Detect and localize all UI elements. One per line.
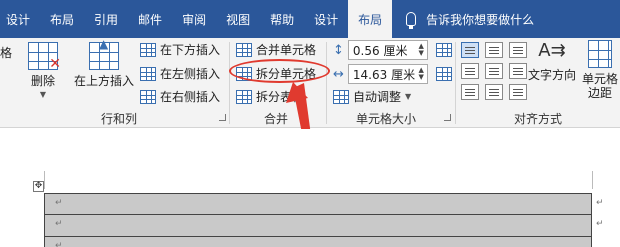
align-top-center-icon[interactable] xyxy=(485,42,503,58)
table-move-handle-icon[interactable]: ✥ xyxy=(33,181,44,192)
table-row[interactable]: ↵ ↵ xyxy=(44,193,604,215)
group-divider xyxy=(326,42,327,124)
cell-end-mark: ↵ xyxy=(55,198,63,208)
tab-help[interactable]: 帮助 xyxy=(260,0,304,38)
group-label-rows-cols: 行和列 xyxy=(101,112,138,126)
column-width-field[interactable]: ↔ 14.63 厘米 ▲ ▼ xyxy=(333,64,452,84)
tab-table-design[interactable]: 设计 xyxy=(304,0,348,38)
table[interactable]: ↵ ↵ ↵ ↵ ↵ xyxy=(44,193,604,247)
row-end-mark: ↵ xyxy=(596,198,604,208)
split-table-icon xyxy=(236,89,252,104)
align-center-icon[interactable] xyxy=(485,63,503,79)
cell-end-mark: ↵ xyxy=(55,241,63,247)
split-table-button[interactable]: 拆分表格 xyxy=(236,88,304,105)
insert-left-button[interactable]: 在左侧插入 xyxy=(140,65,220,82)
column-width-icon: ↔ xyxy=(333,66,344,82)
tab-mailings[interactable]: 邮件 xyxy=(128,0,172,38)
delete-table-icon: ✕ xyxy=(28,42,61,71)
align-bottom-left-icon[interactable] xyxy=(461,84,479,100)
spinner-arrows-icon[interactable]: ▲ ▼ xyxy=(419,43,427,57)
tab-table-layout[interactable]: 布局 xyxy=(348,0,393,38)
insert-below-button[interactable]: 在下方插入 xyxy=(140,41,220,58)
insert-below-icon xyxy=(140,42,156,57)
delete-button[interactable]: ✕ 删除 ▼ xyxy=(28,42,61,102)
row-height-field[interactable]: ↕ 0.56 厘米 ▲ ▼ xyxy=(333,40,452,60)
text-direction-icon: A⇉ xyxy=(538,40,566,61)
tab-design[interactable]: 设计 xyxy=(0,0,40,38)
left-margin-mark xyxy=(44,171,45,189)
lightbulb-icon xyxy=(406,12,417,29)
ribbon: 格 ✕ 删除 ▼ ▲ 在上方插入 在下方插入 在左侧插入 在右侧插入 行和列 合… xyxy=(0,37,620,128)
row-end-mark: ↵ xyxy=(596,219,604,229)
align-bottom-right-icon[interactable] xyxy=(509,84,527,100)
cell-margins-button[interactable]: 单元格边距 xyxy=(582,40,618,100)
highlight-ellipse xyxy=(229,59,330,83)
distribute-columns-icon[interactable] xyxy=(435,67,452,81)
table-row[interactable]: ↵ xyxy=(44,237,592,247)
dialog-launcher-icon[interactable] xyxy=(219,114,226,121)
align-center-left-icon[interactable] xyxy=(461,63,479,79)
align-center-right-icon[interactable] xyxy=(509,63,527,79)
insert-above-button[interactable]: ▲ 在上方插入 xyxy=(74,37,134,88)
autofit-icon xyxy=(333,89,349,104)
ribbon-tab-bar: 设计 布局 引用 邮件 审阅 视图 帮助 设计 布局 告诉我你想要做什么 xyxy=(0,0,620,38)
right-margin-mark xyxy=(592,171,593,189)
align-top-left-icon[interactable] xyxy=(461,42,479,58)
align-top-right-icon[interactable] xyxy=(509,42,527,58)
cell-end-mark: ↵ xyxy=(55,219,63,229)
group-label-alignment: 对齐方式 xyxy=(514,112,563,126)
tab-view[interactable]: 视图 xyxy=(216,0,260,38)
chevron-down-icon: ▼ xyxy=(405,92,412,101)
tell-me-text: 告诉我你想要做什么 xyxy=(426,12,535,27)
merge-cells-icon xyxy=(236,42,252,57)
clipped-button-label[interactable]: 格 xyxy=(0,44,12,61)
align-bottom-center-icon[interactable] xyxy=(485,84,503,100)
chevron-down-icon: ▼ xyxy=(39,90,47,99)
insert-right-button[interactable]: 在右侧插入 xyxy=(140,88,220,105)
insert-above-icon: ▲ xyxy=(89,37,119,70)
cell-margins-icon xyxy=(588,40,612,68)
tab-layout[interactable]: 布局 xyxy=(40,0,84,38)
dialog-launcher-icon[interactable] xyxy=(444,114,451,121)
text-direction-button[interactable]: A⇉ 文字方向 xyxy=(528,40,576,82)
merge-cells-button[interactable]: 合并单元格 xyxy=(236,41,316,58)
group-label-cell-size: 单元格大小 xyxy=(356,112,417,126)
group-divider xyxy=(229,42,230,124)
autofit-button[interactable]: 自动调整 ▼ xyxy=(333,88,411,105)
insert-right-icon xyxy=(140,89,156,104)
tab-review[interactable]: 审阅 xyxy=(172,0,216,38)
insert-left-icon xyxy=(140,66,156,81)
distribute-rows-icon[interactable] xyxy=(435,43,452,57)
table-row[interactable]: ↵ ↵ xyxy=(44,215,604,237)
group-divider xyxy=(455,42,456,124)
tell-me-box[interactable]: 告诉我你想要做什么 xyxy=(392,11,535,29)
group-label-merge: 合并 xyxy=(264,112,289,126)
spinner-arrows-icon[interactable]: ▲ ▼ xyxy=(419,67,427,81)
document-area[interactable]: ✥ ↵ ↵ ↵ ↵ ↵ xyxy=(0,129,620,247)
alignment-grid xyxy=(461,42,527,100)
row-height-icon: ↕ xyxy=(333,42,344,58)
tab-references[interactable]: 引用 xyxy=(84,0,128,38)
